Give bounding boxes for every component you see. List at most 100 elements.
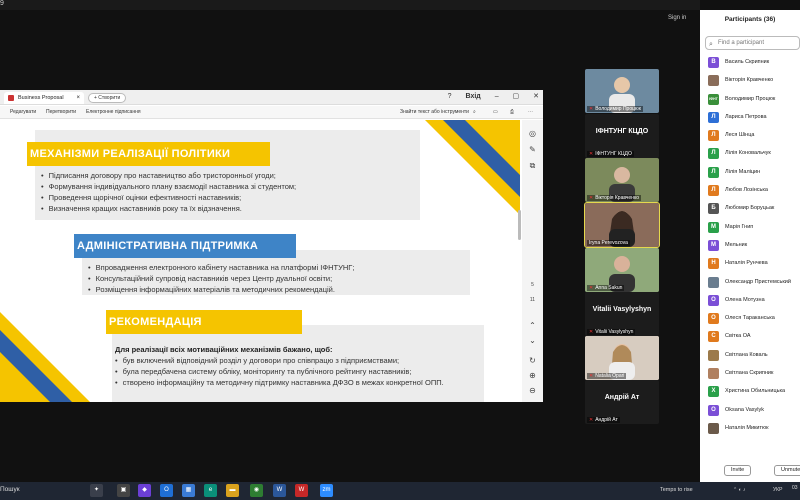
edit-menu[interactable]: Редагувати <box>10 109 36 115</box>
participant-row[interactable]: ІФНТ Володимир Процюк <box>700 91 800 109</box>
participant-row[interactable]: Наталія Микитюк <box>700 420 800 438</box>
print-icon[interactable]: ⎙ <box>510 109 514 115</box>
files-icon[interactable]: ▦ <box>182 484 195 497</box>
video-tile[interactable]: Андрій Ат ✕ Андрій Ат <box>585 380 659 424</box>
participant-row[interactable]: О Oksana Vasylyk <box>700 402 800 420</box>
video-tile[interactable]: ✕ Вікторія Кравченко <box>585 158 659 202</box>
participant-row[interactable]: Вікторія Кравченко <box>700 72 800 90</box>
video-name: ✕ Natalia Opari <box>587 373 627 379</box>
zoom-out-icon[interactable]: ⊖ <box>527 385 538 396</box>
avatar <box>708 368 719 380</box>
new-tab-button[interactable]: + Створити <box>88 93 127 103</box>
close-tab-icon[interactable]: × <box>76 92 80 104</box>
participant-row[interactable]: В Василь Скрипник <box>700 54 800 72</box>
video-tile[interactable]: ✕ Anna Sakun <box>585 248 659 292</box>
app-icon[interactable]: W <box>295 484 308 497</box>
participant-row[interactable]: Х Христина Обильницька <box>700 383 800 401</box>
participant-name: Лілія Коновальчук <box>725 150 771 157</box>
search-icon[interactable]: ⌕ <box>473 109 476 115</box>
participant-row[interactable]: М Мельник <box>700 237 800 255</box>
edge-icon[interactable]: e <box>204 484 217 497</box>
avatar: Б <box>708 203 719 215</box>
word-icon[interactable]: W <box>273 484 286 497</box>
avatar: О <box>708 313 719 325</box>
participant-row[interactable]: О Олена Мотузна <box>700 292 800 310</box>
outlook-icon[interactable]: O <box>160 484 173 497</box>
chrome-icon[interactable]: ◉ <box>250 484 263 497</box>
participant-row[interactable]: Л Леся Шінца <box>700 127 800 145</box>
share-icon[interactable]: ⧉ <box>527 160 538 171</box>
video-name: ✕ Вікторія Кравченко <box>587 195 641 201</box>
participant-row[interactable]: Л Любов Лозінська <box>700 182 800 200</box>
participant-row[interactable]: Олександр Пристемський <box>700 274 800 292</box>
participant-row[interactable]: Л Лілія Маліцин <box>700 164 800 182</box>
system-tray-icons[interactable]: ⌃ ◐ ♪ <box>733 487 746 493</box>
scroll-up-icon[interactable]: ⌃ <box>527 320 538 331</box>
participant-list: В Василь Скрипник Вікторія Кравченко ІФНТ Во… <box>700 54 800 438</box>
language-indicator[interactable]: УКР <box>773 487 782 493</box>
participant-name: Олена Мотузна <box>725 296 765 303</box>
taskbar-search[interactable]: Пошук <box>0 486 20 493</box>
save-icon[interactable]: ▭ <box>493 109 498 115</box>
login-button[interactable]: Вхід <box>465 93 480 100</box>
participant-search-input[interactable]: ⌕ Find a participant <box>705 36 800 50</box>
copilot-icon[interactable]: ◆ <box>138 484 151 497</box>
participant-row[interactable]: Н Наталія Рунчева <box>700 255 800 273</box>
scroll-down-icon[interactable]: ⌄ <box>527 335 538 346</box>
avatar: Л <box>708 185 719 197</box>
avatar: О <box>708 404 719 416</box>
admin-heading: АДМІНІСТРАТИВНА ПІДТРИМКА <box>74 234 296 258</box>
avatar: Л <box>708 166 719 178</box>
shared-screen-window: Business Proposal × + Створити ? Вхід – … <box>0 90 543 402</box>
maximize-icon[interactable]: ▢ <box>513 92 520 100</box>
participant-row[interactable]: Світлана Скрипник <box>700 365 800 383</box>
help-icon[interactable]: ? <box>448 93 452 100</box>
video-name: ✕ Anna Sakun <box>587 285 625 291</box>
task-view-icon[interactable]: ▣ <box>117 484 130 497</box>
ai-assistant-icon[interactable]: ◎ <box>527 128 538 139</box>
participant-row[interactable]: Л Лариса Петрова <box>700 109 800 127</box>
video-tile[interactable]: Vitalii Vasylyshyn ✕ Vitalii Vasylyshyn <box>585 292 659 336</box>
sign-in-link[interactable]: Sign in <box>668 15 686 21</box>
participant-name: Леся Шінца <box>725 132 755 139</box>
comment-icon[interactable]: ✎ <box>527 144 538 155</box>
zoom-icon[interactable]: zm <box>320 484 333 497</box>
refresh-icon[interactable]: ↻ <box>527 355 538 366</box>
convert-menu[interactable]: Перетворити <box>46 109 76 115</box>
participant-row[interactable]: Л Лілія Коновальчук <box>700 145 800 163</box>
weather-widget[interactable]: Temps to rise <box>660 487 693 493</box>
browser-tab[interactable]: Business Proposal × <box>4 92 84 104</box>
participant-row[interactable]: М Марія Гнип <box>700 219 800 237</box>
video-tile[interactable]: ✕ Natalia Opari <box>585 336 659 380</box>
invite-button[interactable]: Invite <box>724 465 752 476</box>
video-tile[interactable]: ІФНТУНГ КЦДО ✕ ІФНТУНГ КЦДО <box>585 114 659 158</box>
video-display-name: Андрій Ат <box>604 394 640 401</box>
participant-row[interactable]: О Олеся Тараканська <box>700 310 800 328</box>
video-name: ✕ ІФНТУНГ КЦДО <box>587 151 634 157</box>
mute-all-button[interactable]: Unmute <box>774 465 800 476</box>
pdf-page: Підписання договору про наставництво або… <box>0 120 520 402</box>
video-tile-active-speaker[interactable]: Iryna Perevozova <box>584 202 660 248</box>
avatar <box>708 422 719 434</box>
video-tile[interactable]: ✕ Володимир Процюк <box>585 69 659 113</box>
find-tools-search[interactable]: Знайти текст або інструменти <box>400 109 469 115</box>
avatar: М <box>708 221 719 233</box>
esign-menu[interactable]: Електронне підписання <box>86 109 141 115</box>
participant-row[interactable]: Б Любомир Боруцьак <box>700 200 800 218</box>
more-icon[interactable]: ⋯ <box>528 109 533 115</box>
avatar: Л <box>708 111 719 123</box>
zoom-in-icon[interactable]: ⊕ <box>527 370 538 381</box>
participant-row[interactable]: С Світка ОА <box>700 328 800 346</box>
avatar: М <box>708 239 719 251</box>
close-window-icon[interactable]: ✕ <box>533 92 539 100</box>
participant-row[interactable]: Світлана Коваль <box>700 347 800 365</box>
explorer-icon[interactable]: ▬ <box>226 484 239 497</box>
search-icon: ⌕ <box>709 41 713 48</box>
video-name: Iryna Perevozova <box>587 240 630 246</box>
clock[interactable]: 03 <box>792 485 798 491</box>
participants-title: Participants (36) <box>724 16 776 23</box>
page-scrollbar[interactable] <box>518 210 521 240</box>
minimize-icon[interactable]: – <box>495 93 499 100</box>
mic-muted-icon: ✕ <box>589 417 594 423</box>
zoom-screen: 9 Sign in Business Proposal × + Створити… <box>0 0 800 500</box>
